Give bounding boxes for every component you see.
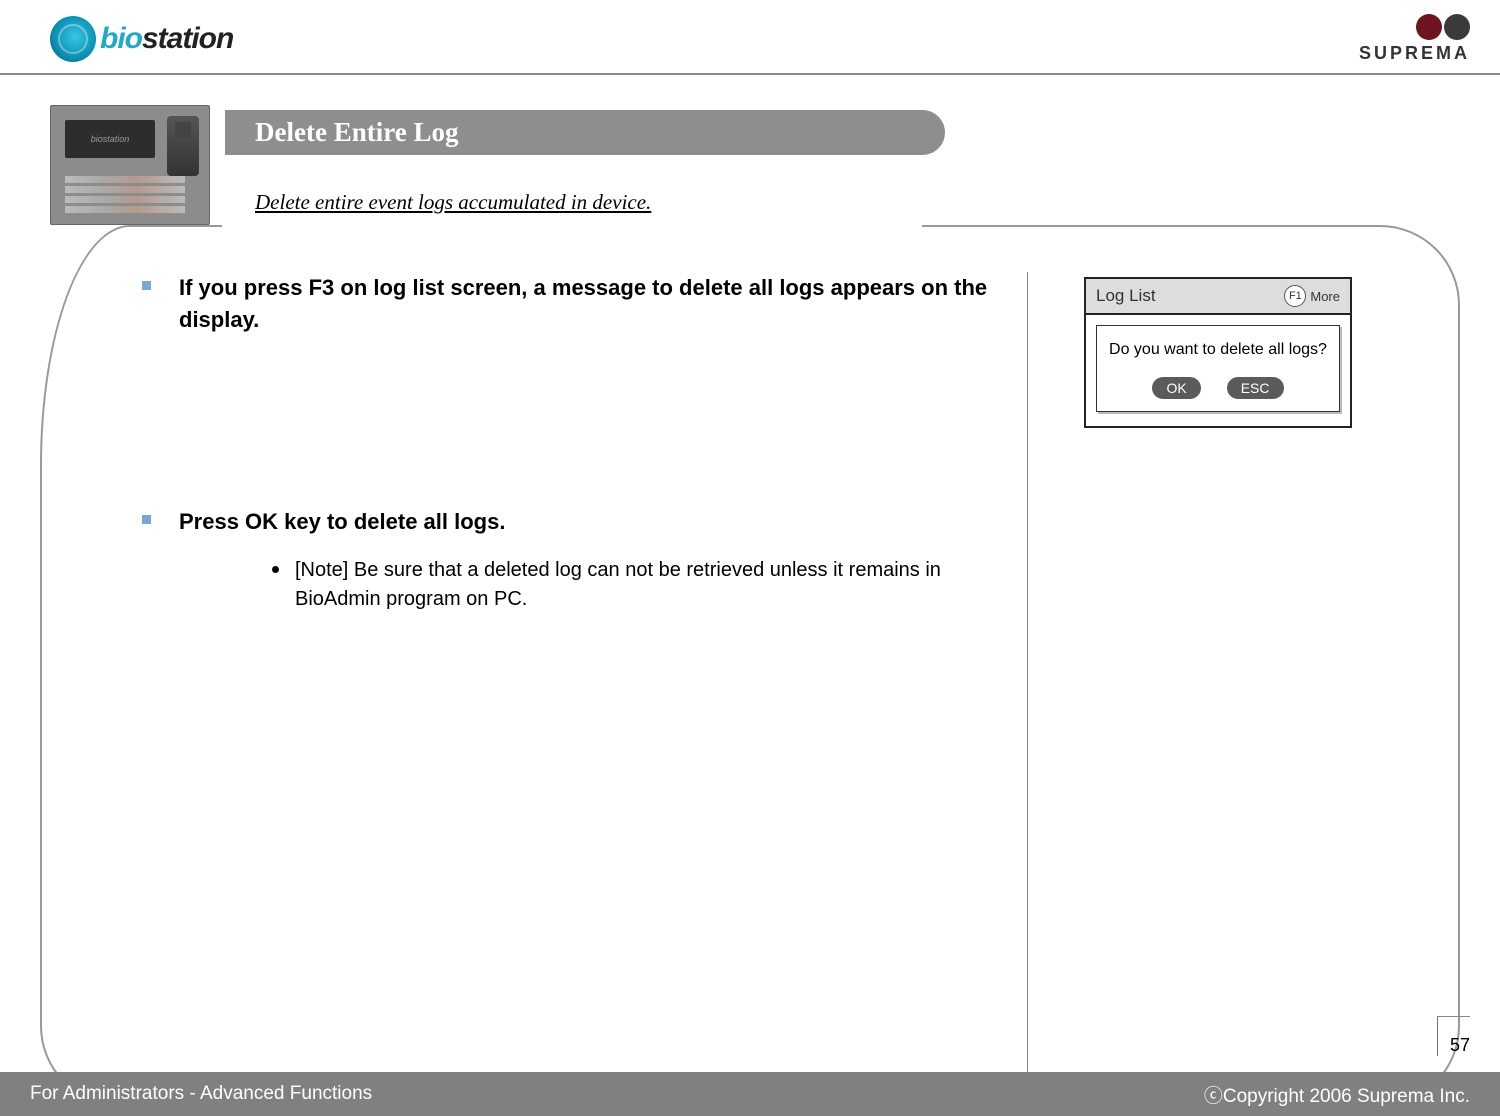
dialog-titlebar: Log List F1 More [1086, 279, 1350, 315]
section-title-bar: Delete Entire Log [225, 110, 945, 155]
instruction-subitem: [Note] Be sure that a deleted log can no… [272, 556, 1007, 614]
device-thumbnail-scanner [167, 116, 199, 176]
dialog-title: Log List [1096, 286, 1156, 306]
content-panel: If you press F3 on log list screen, a me… [40, 225, 1460, 1106]
suprema-logo: SUPREMA [1359, 14, 1470, 64]
footer-left: For Administrators - Advanced Functions [30, 1083, 372, 1105]
dialog-inner-box: Do you want to delete all logs? OK ESC [1096, 325, 1340, 412]
instruction-sublist: [Note] Be sure that a deleted log can no… [272, 556, 1007, 614]
more-label: More [1310, 289, 1340, 304]
square-bullet-icon [142, 515, 151, 524]
instruction-text: If you press F3 on log list screen, a me… [179, 272, 1007, 336]
instruction-item: Press OK key to delete all logs. [Note] … [142, 506, 1007, 614]
log-list-dialog: Log List F1 More Do you want to delete a… [1084, 277, 1352, 428]
device-thumbnail-screen: biostation [65, 120, 155, 158]
ok-button[interactable]: OK [1152, 377, 1200, 399]
logo-text-station: station [142, 22, 233, 55]
biostation-wordmark: biostation [100, 22, 233, 56]
instruction-item: If you press F3 on log list screen, a me… [142, 272, 1007, 336]
page-header: biostation SUPREMA [0, 0, 1500, 75]
section-subtitle: Delete entire event logs accumulated in … [255, 190, 651, 215]
logo-text-bio: bio [100, 22, 142, 55]
page-footer: For Administrators - Advanced Functions … [0, 1072, 1500, 1116]
instructions-column: If you press F3 on log list screen, a me… [142, 272, 1028, 1074]
section-title: Delete Entire Log [255, 117, 458, 148]
suprema-wordmark: SUPREMA [1359, 43, 1470, 63]
esc-button[interactable]: ESC [1227, 377, 1284, 399]
dot-bullet-icon [272, 566, 279, 573]
f1-key-icon: F1 [1284, 285, 1306, 307]
instruction-subtext: [Note] Be sure that a deleted log can no… [295, 556, 1007, 614]
infinity-swoosh-icon [1416, 14, 1470, 38]
square-bullet-icon [142, 281, 151, 290]
dialog-message: Do you want to delete all logs? [1103, 340, 1333, 361]
illustration-column: Log List F1 More Do you want to delete a… [1058, 272, 1378, 1074]
device-thumbnail-rows [65, 176, 185, 216]
dialog-more-hint: F1 More [1284, 285, 1340, 307]
instruction-text: Press OK key to delete all logs. [179, 506, 505, 538]
footer-right: ⓒCopyright 2006 Suprema Inc. [1204, 1081, 1470, 1108]
fingerprint-swirl-icon [50, 16, 96, 62]
dialog-button-row: OK ESC [1103, 377, 1333, 399]
dialog-body: Do you want to delete all logs? OK ESC [1086, 315, 1350, 426]
biostation-logo: biostation [50, 16, 233, 62]
device-thumbnail: biostation [50, 105, 210, 225]
page-number: 57 [1437, 1016, 1470, 1056]
